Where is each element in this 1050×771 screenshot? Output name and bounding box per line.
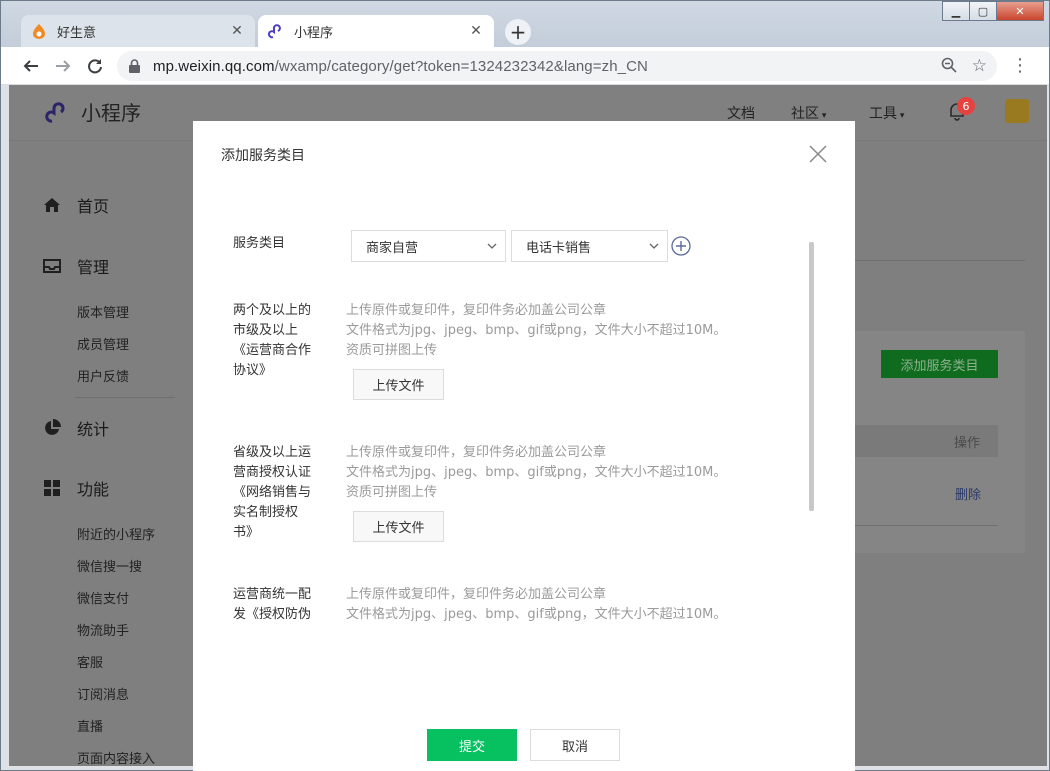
sidebar-item-search[interactable]: 微信搜一搜	[77, 556, 142, 575]
upload-button[interactable]: 上传文件	[353, 369, 444, 400]
new-tab-button[interactable]: +	[505, 19, 531, 45]
service-category-label: 服务类目	[233, 236, 286, 251]
close-icon[interactable]	[809, 145, 827, 163]
back-arrow-icon[interactable]	[20, 55, 42, 77]
miniprogram-favicon-icon	[268, 23, 284, 39]
upload-hint: 上传原件或复印件，复印件务必加盖公司公章	[346, 445, 607, 460]
tab-miniprogram[interactable]: 小程序 ✕	[258, 15, 494, 47]
forward-arrow-icon[interactable]	[52, 55, 74, 77]
sidebar-item-feedback[interactable]: 用户反馈	[77, 366, 129, 385]
close-tab-icon[interactable]: ✕	[468, 23, 484, 39]
sidebar-item-content[interactable]: 页面内容接入	[77, 748, 155, 766]
add-category-button[interactable]: 添加服务类目	[881, 350, 998, 378]
divider	[855, 260, 1025, 261]
tab-strip: 好生意 ✕ 小程序 ✕ + ▁ ▢ ✕	[1, 1, 1049, 47]
upload-hint: 文件格式为jpg、jpeg、bmp、gif或png，文件大小不超过10M。	[346, 465, 727, 480]
maximize-button[interactable]: ▢	[969, 1, 997, 21]
browser-menu-icon[interactable]: ⋮	[1011, 55, 1029, 77]
submit-button[interactable]: 提交	[427, 729, 517, 761]
dialog-scrollbar[interactable]	[809, 242, 814, 511]
logo-text: 小程序	[81, 101, 141, 125]
nav-community[interactable]: 社区 ▾	[791, 103, 826, 123]
browser-window: 好生意 ✕ 小程序 ✕ + ▁ ▢ ✕ mp.weixin.qq.com/wxa…	[0, 0, 1050, 771]
sidebar-item-logistics[interactable]: 物流助手	[77, 620, 129, 639]
category-select-secondary[interactable]: 电话卡销售	[511, 230, 668, 262]
bookmark-star-icon[interactable]: ☆	[972, 56, 987, 76]
tab-label: 好生意	[57, 25, 97, 41]
sidebar-group-label: 功能	[77, 480, 110, 499]
chevron-down-icon	[649, 243, 659, 249]
select-value: 商家自营	[366, 240, 419, 256]
upload-hint: 资质可拼图上传	[346, 485, 438, 500]
chevron-down-icon	[487, 243, 497, 249]
sidebar-group-manage[interactable]: 管理	[43, 254, 109, 278]
qualification-label-1: 两个及以上的 市级及以上 《运营商合作 协议》	[233, 303, 312, 378]
haoshengyi-favicon-icon	[31, 23, 47, 39]
grid-icon	[43, 479, 61, 497]
url-text: mp.weixin.qq.com/wxamp/category/get?toke…	[153, 57, 648, 75]
sidebar-group-label: 统计	[77, 420, 110, 439]
delete-link[interactable]: 删除	[955, 484, 981, 503]
window-close-button[interactable]: ✕	[996, 1, 1044, 21]
home-icon	[43, 196, 61, 214]
sidebar: 首页 管理 版本管理 成员管理 用户反馈 统计 功能 附近的小程序 微信搜一搜 …	[9, 141, 199, 766]
upload-hint: 上传原件或复印件，复印件务必加盖公司公章	[346, 303, 607, 318]
select-value: 电话卡销售	[526, 240, 592, 256]
add-category-dialog: 添加服务类目 服务类目 商家自营 电话卡销售 两个及以上的 市级及以上 《运营商…	[193, 121, 855, 771]
site-logo[interactable]: 小程序	[45, 97, 141, 126]
sidebar-item-nearby[interactable]: 附近的小程序	[77, 524, 155, 543]
tab-label: 小程序	[294, 25, 334, 41]
miniprogram-logo-icon	[45, 101, 65, 123]
address-bar[interactable]: mp.weixin.qq.com/wxamp/category/get?toke…	[117, 51, 997, 81]
divider	[75, 397, 175, 398]
zoom-icon[interactable]	[941, 57, 957, 77]
chevron-down-icon: ▾	[897, 111, 905, 121]
avatar[interactable]	[1005, 99, 1029, 123]
add-circle-icon[interactable]	[671, 236, 691, 256]
tab-haoshengyi[interactable]: 好生意 ✕	[21, 15, 255, 47]
upload-hint: 文件格式为jpg、jpeg、bmp、gif或png，文件大小不超过10M。	[346, 607, 727, 622]
sidebar-item-version[interactable]: 版本管理	[77, 302, 129, 321]
nav-tools[interactable]: 工具 ▾	[869, 103, 904, 123]
browser-toolbar: mp.weixin.qq.com/wxamp/category/get?toke…	[1, 47, 1049, 85]
sidebar-group-label: 首页	[77, 197, 110, 216]
sidebar-item-members[interactable]: 成员管理	[77, 334, 129, 353]
sidebar-item-service[interactable]: 客服	[77, 652, 103, 671]
sidebar-group-label: 管理	[77, 258, 110, 277]
upload-button[interactable]: 上传文件	[353, 511, 444, 542]
inbox-icon	[43, 257, 61, 275]
minimize-button[interactable]: ▁	[942, 1, 970, 21]
close-tab-icon[interactable]: ✕	[229, 23, 245, 39]
pie-chart-icon	[43, 419, 61, 437]
sidebar-group-home[interactable]: 首页	[43, 193, 109, 217]
upload-hint: 资质可拼图上传	[346, 343, 438, 358]
cancel-button[interactable]: 取消	[530, 729, 620, 761]
sidebar-item-subscribe[interactable]: 订阅消息	[77, 684, 129, 703]
qualification-label-3: 运营商统一配 发《授权防伪	[233, 587, 312, 622]
sidebar-item-live[interactable]: 直播	[77, 716, 103, 735]
sidebar-item-pay[interactable]: 微信支付	[77, 588, 129, 607]
qualification-label-2: 省级及以上运 营商授权认证 《网络销售与 实名制授权 书》	[233, 445, 312, 540]
nav-docs[interactable]: 文档	[727, 103, 755, 123]
upload-hint: 上传原件或复印件，复印件务必加盖公司公章	[346, 587, 607, 602]
chevron-down-icon: ▾	[819, 111, 827, 121]
upload-hint: 文件格式为jpg、jpeg、bmp、gif或png，文件大小不超过10M。	[346, 323, 727, 338]
notification-badge: 6	[957, 97, 975, 115]
divider	[855, 525, 998, 526]
sidebar-group-stats[interactable]: 统计	[43, 416, 109, 440]
table-header-operation: 操作	[855, 425, 998, 457]
sidebar-group-features[interactable]: 功能	[43, 476, 109, 500]
reload-icon[interactable]	[84, 55, 106, 77]
lock-icon	[129, 59, 143, 73]
category-select-primary[interactable]: 商家自营	[351, 230, 506, 262]
dialog-title: 添加服务类目	[221, 148, 305, 164]
